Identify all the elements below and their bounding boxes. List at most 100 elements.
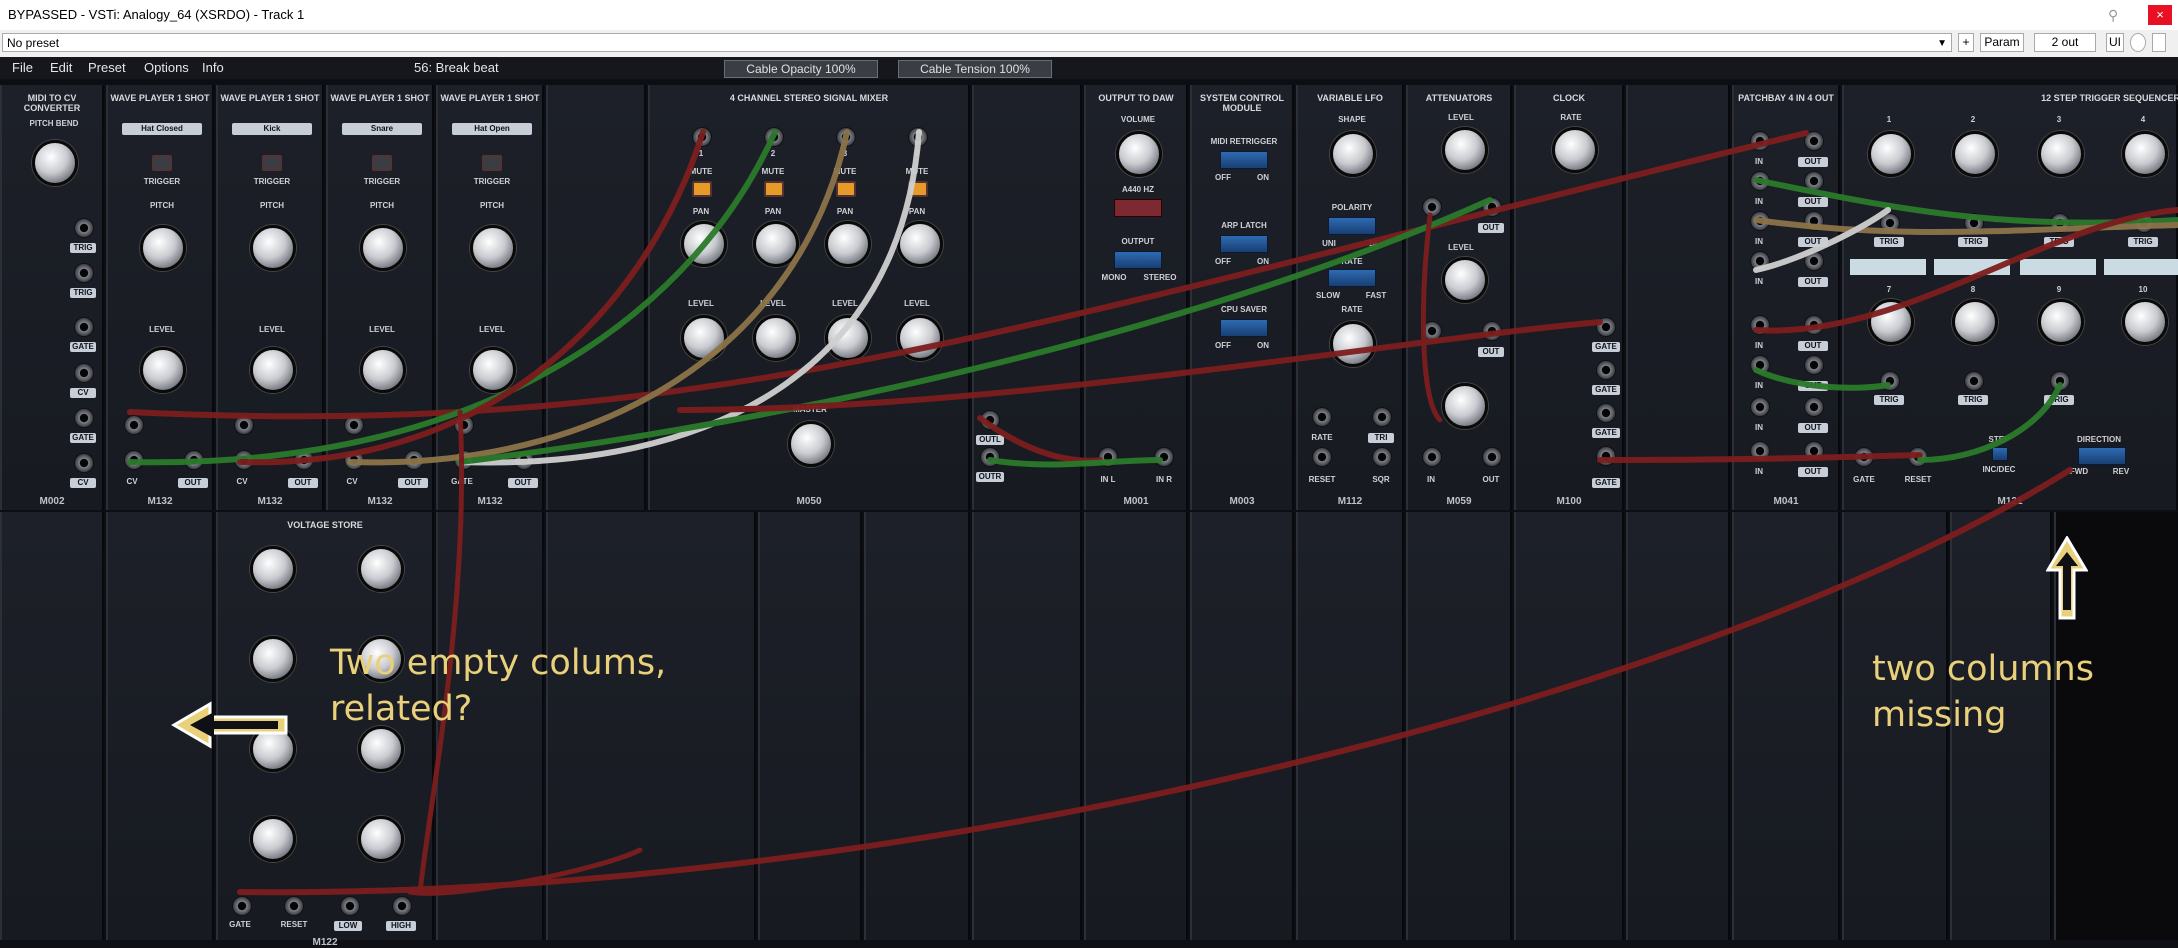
- midi-retrigger-switch[interactable]: [1220, 151, 1268, 169]
- in-jack[interactable]: [1750, 251, 1770, 271]
- out-jack[interactable]: [1804, 397, 1824, 417]
- step-knob-7[interactable]: [1868, 299, 1914, 345]
- channel-4-input-jack[interactable]: [908, 127, 928, 147]
- cv-jack[interactable]: [74, 363, 94, 383]
- sample-name[interactable]: Hat Closed: [122, 123, 202, 135]
- menu-file[interactable]: File: [12, 57, 33, 79]
- gate-jack[interactable]: [1596, 360, 1616, 380]
- pan-knob-3[interactable]: [825, 221, 871, 267]
- out-jack-2[interactable]: [1482, 321, 1502, 341]
- low-jack[interactable]: [340, 896, 360, 916]
- in-jack[interactable]: [1750, 171, 1770, 191]
- level-knob-1[interactable]: [1442, 127, 1488, 173]
- sample-name[interactable]: Snare: [342, 123, 422, 135]
- voltage-knob-1[interactable]: [250, 546, 296, 592]
- step-button[interactable]: [1992, 447, 2008, 461]
- in-jack-1[interactable]: [1422, 197, 1442, 217]
- master-knob[interactable]: [788, 421, 834, 467]
- step-knob-10[interactable]: [2122, 299, 2168, 345]
- in-jack[interactable]: [1750, 397, 1770, 417]
- rate-knob[interactable]: [1552, 127, 1598, 173]
- menu-edit[interactable]: Edit: [50, 57, 72, 79]
- output-mode-switch[interactable]: [1114, 251, 1162, 269]
- io-button[interactable]: 2 out: [2034, 33, 2096, 52]
- mute-button-4[interactable]: [908, 181, 928, 197]
- gate-jack[interactable]: [74, 317, 94, 337]
- step-knob-4[interactable]: [2122, 131, 2168, 177]
- level-knob-1[interactable]: [681, 315, 727, 361]
- out-jack[interactable]: [184, 450, 204, 470]
- in-l-jack[interactable]: [1098, 447, 1118, 467]
- in-r-jack[interactable]: [1154, 447, 1174, 467]
- pitch-knob[interactable]: [470, 225, 516, 271]
- bypass-checkbox[interactable]: [2152, 33, 2166, 52]
- voltage-knob-8[interactable]: [358, 816, 404, 862]
- level-knob-3[interactable]: [1442, 383, 1488, 429]
- pitch-knob[interactable]: [360, 225, 406, 271]
- trig-jack[interactable]: [1880, 371, 1900, 391]
- pan-knob-2[interactable]: [753, 221, 799, 267]
- in-jack-3[interactable]: [1422, 447, 1442, 467]
- trigger-button[interactable]: [482, 155, 502, 171]
- trigger-button[interactable]: [152, 155, 172, 171]
- rate-range-switch[interactable]: [1328, 269, 1376, 287]
- trig-jack[interactable]: [2050, 371, 2070, 391]
- channel-1-input-jack[interactable]: [692, 127, 712, 147]
- step-knob-9[interactable]: [2038, 299, 2084, 345]
- in-jack[interactable]: [1750, 355, 1770, 375]
- channel-2-input-jack[interactable]: [764, 127, 784, 147]
- rate-knob[interactable]: [1330, 321, 1376, 367]
- ui-button[interactable]: UI: [2106, 33, 2124, 52]
- cv-jack[interactable]: [74, 453, 94, 473]
- direction-switch[interactable]: [2078, 447, 2126, 465]
- pin-icon[interactable]: ⚲: [2108, 0, 2118, 30]
- high-jack[interactable]: [392, 896, 412, 916]
- out-jack[interactable]: [514, 450, 534, 470]
- a440-switch[interactable]: [1114, 199, 1162, 217]
- gate-jack[interactable]: [1596, 446, 1616, 466]
- in-jack[interactable]: [1750, 211, 1770, 231]
- gate-jack[interactable]: [124, 415, 144, 435]
- sample-name[interactable]: Kick: [232, 123, 312, 135]
- reset-jack[interactable]: [284, 896, 304, 916]
- out-jack-3[interactable]: [1482, 447, 1502, 467]
- preset-dropdown[interactable]: No preset ▼: [2, 33, 1952, 52]
- outr-jack[interactable]: [980, 447, 1000, 467]
- level-knob-4[interactable]: [897, 315, 943, 361]
- reset-jack[interactable]: [1312, 447, 1332, 467]
- pan-knob-4[interactable]: [897, 221, 943, 267]
- mute-button-1[interactable]: [692, 181, 712, 197]
- in-jack[interactable]: [1750, 131, 1770, 151]
- level-knob-2[interactable]: [1442, 257, 1488, 303]
- out-jack[interactable]: [294, 450, 314, 470]
- tri-jack[interactable]: [1372, 407, 1392, 427]
- level-knob[interactable]: [250, 347, 296, 393]
- out-jack[interactable]: [1804, 211, 1824, 231]
- gate-jack[interactable]: [454, 415, 474, 435]
- level-knob[interactable]: [470, 347, 516, 393]
- menu-options[interactable]: Options: [144, 57, 189, 79]
- trigger-button[interactable]: [372, 155, 392, 171]
- channel-3-input-jack[interactable]: [836, 127, 856, 147]
- cv-jack[interactable]: [344, 450, 364, 470]
- trig-jack[interactable]: [74, 218, 94, 238]
- sample-name[interactable]: Hat Open: [452, 123, 532, 135]
- step-knob-1[interactable]: [1868, 131, 1914, 177]
- level-knob[interactable]: [360, 347, 406, 393]
- out-jack[interactable]: [1804, 315, 1824, 335]
- gate-jack[interactable]: [1596, 317, 1616, 337]
- trig-jack[interactable]: [2134, 213, 2154, 233]
- level-knob-3[interactable]: [825, 315, 871, 361]
- menu-preset[interactable]: Preset: [88, 57, 126, 79]
- cv-jack[interactable]: [234, 450, 254, 470]
- trig-jack[interactable]: [1964, 371, 1984, 391]
- trig-jack[interactable]: [74, 263, 94, 283]
- wet-knob-icon[interactable]: [2130, 33, 2146, 52]
- out-jack[interactable]: [1804, 171, 1824, 191]
- gate-jack[interactable]: [74, 408, 94, 428]
- out-jack-1[interactable]: [1482, 197, 1502, 217]
- out-jack[interactable]: [1804, 131, 1824, 151]
- gate-jack[interactable]: [1854, 447, 1874, 467]
- outl-jack[interactable]: [980, 410, 1000, 430]
- out-jack[interactable]: [1804, 441, 1824, 461]
